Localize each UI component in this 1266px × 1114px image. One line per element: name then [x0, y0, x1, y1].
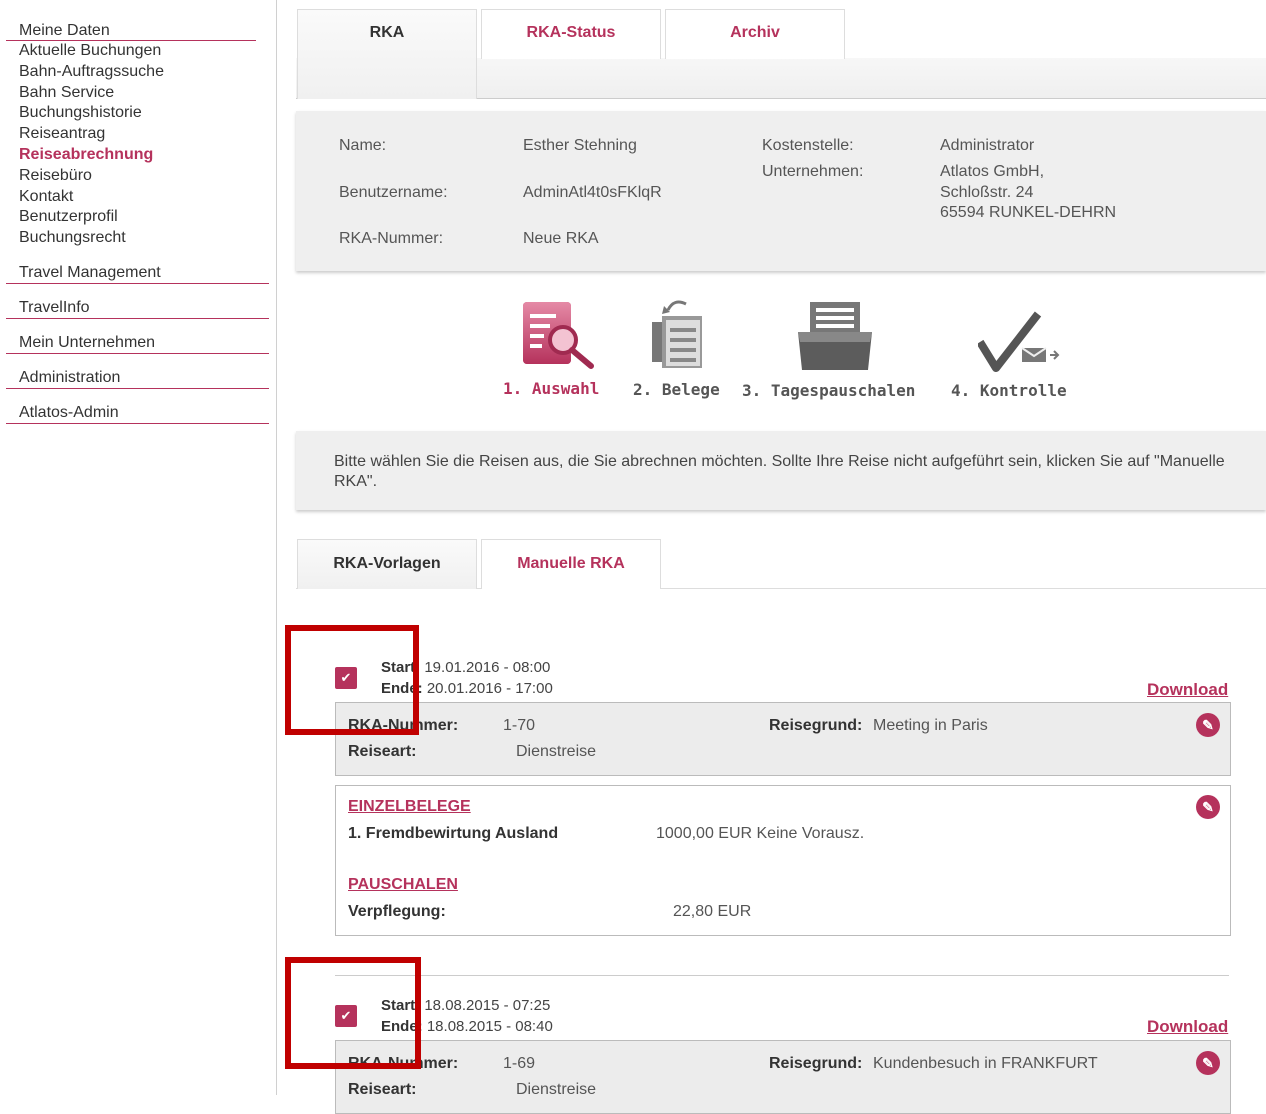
company-line-3: 65594 RUNKEL-DEHRN [940, 204, 1117, 221]
sidebar-section-atlatos-admin[interactable]: Atlatos-Admin [6, 403, 269, 424]
folder-icon[interactable] [794, 298, 878, 377]
trip-2-end-value: 18.08.2015 - 08:40 [426, 1018, 553, 1035]
sidebar-item-benutzerprofil[interactable]: Benutzerprofil [6, 207, 256, 228]
step-4-label[interactable]: 4. Kontrolle [951, 381, 1067, 400]
trip-1-summary-box: RKA-Nummer: 1-70 Reiseart: Dienstreise R… [335, 702, 1231, 776]
cost-center-value: Administrator [940, 137, 1035, 154]
cost-center-label: Kostenstelle: [762, 137, 854, 154]
trip-1-end-value: 20.01.2016 - 17:00 [426, 680, 553, 697]
reiseart-label: Reiseart: [348, 743, 417, 760]
edit-icon[interactable]: ✎ [1196, 795, 1220, 819]
edit-icon[interactable]: ✎ [1196, 713, 1220, 737]
trip-2-summary-box: RKA-Nummer: 1-69 Reiseart: Dienstreise R… [335, 1040, 1231, 1114]
trip-2-reisegrund: Kundenbesuch in FRANKFURT [873, 1055, 1098, 1072]
edit-icon[interactable]: ✎ [1196, 1051, 1220, 1075]
subtab-manuelle-rka[interactable]: Manuelle RKA [481, 539, 661, 589]
sidebar-group-title[interactable]: Meine Daten [6, 21, 256, 41]
step-1-label[interactable]: 1. Auswahl [503, 379, 599, 398]
company-label: Unternehmen: [762, 163, 864, 180]
reisegrund-label: Reisegrund: [769, 1055, 863, 1072]
trip-1-beleg-name: 1. Fremdbewirtung Ausland [348, 825, 559, 842]
trip-1-reiseart: Dienstreise [516, 743, 597, 760]
instruction-panel: Bitte wählen Sie die Reisen aus, die Sie… [296, 431, 1266, 510]
trip-1-beleg-amount: 1000,00 EUR Keine Vorausz. [656, 825, 865, 842]
trip-1-reisegrund: Meeting in Paris [873, 717, 988, 734]
username-label: Benutzername: [339, 184, 448, 201]
trip-1-download-link[interactable]: Download [1147, 680, 1228, 700]
subtab-rka-vorlagen[interactable]: RKA-Vorlagen [297, 539, 477, 589]
sidebar-section-mein-unternehmen[interactable]: Mein Unternehmen [6, 333, 269, 354]
instruction-text: Bitte wählen Sie die Reisen aus, die Sie… [334, 453, 1225, 490]
sidebar-item-aktuelle-buchungen[interactable]: Aktuelle Buchungen [6, 41, 256, 62]
rka-number-value: Neue RKA [523, 230, 599, 247]
trip-1-rka-number: 1-70 [503, 717, 536, 734]
step-2-label[interactable]: 2. Belege [633, 380, 720, 399]
sidebar-section-administration[interactable]: Administration [6, 368, 269, 389]
checkmark-envelope-icon[interactable] [976, 310, 1062, 377]
sidebar-item-reiseantrag[interactable]: Reiseantrag [6, 124, 256, 145]
step-3-label[interactable]: 3. Tagespauschalen [742, 381, 915, 400]
sidebar-item-reisebuero[interactable]: Reisebüro [6, 166, 256, 187]
trip-2-rka-number: 1-69 [503, 1055, 536, 1072]
sidebar-item-bahn-service[interactable]: Bahn Service [6, 83, 256, 104]
sidebar-section-travel-management[interactable]: Travel Management [6, 263, 269, 284]
trip-1-start-value: 19.01.2016 - 08:00 [424, 659, 551, 676]
tab-rka-status[interactable]: RKA-Status [481, 9, 661, 59]
sidebar-group-meine-daten: Meine Daten Aktuelle Buchungen Bahn-Auft… [6, 21, 256, 249]
name-value: Esther Stehning [523, 137, 637, 154]
sidebar: Meine Daten Aktuelle Buchungen Bahn-Auft… [0, 0, 277, 1095]
user-info-panel: Name: Esther Stehning Benutzername: Admi… [296, 111, 1266, 271]
sidebar-item-bahn-auftragssuche[interactable]: Bahn-Auftragssuche [6, 62, 256, 83]
name-label: Name: [339, 137, 387, 154]
reiseart-label: Reiseart: [348, 1081, 417, 1098]
trip-divider [335, 975, 1229, 976]
sidebar-item-buchungsrecht[interactable]: Buchungsrecht [6, 228, 256, 249]
sidebar-item-reiseabrechnung[interactable]: Reiseabrechnung [6, 145, 256, 166]
sidebar-item-buchungshistorie[interactable]: Buchungshistorie [6, 103, 256, 124]
einzelbelege-heading[interactable]: EINZELBELEGE [348, 798, 471, 816]
trip-1-details-box: EINZELBELEGE 1. Fremdbewirtung Ausland 1… [335, 785, 1231, 936]
trip-2-start-value: 18.08.2015 - 07:25 [424, 997, 551, 1014]
trip-1-pauschale-name: Verpflegung: [348, 903, 446, 920]
highlight-box [285, 625, 419, 735]
sidebar-section-travelinfo[interactable]: TravelInfo [6, 298, 269, 319]
documents-copy-icon[interactable] [648, 298, 708, 375]
username-value: AdminAtl4t0sFKlqR [523, 184, 662, 201]
company-line-2: Schloßstr. 24 [940, 184, 1034, 201]
trip-1-pauschale-amount: 22,80 EUR [673, 903, 752, 920]
sidebar-item-kontakt[interactable]: Kontakt [6, 187, 256, 208]
document-search-icon[interactable] [521, 300, 601, 375]
reisegrund-label: Reisegrund: [769, 717, 863, 734]
pauschalen-heading[interactable]: PAUSCHALEN [348, 876, 458, 894]
company-line-1: Atlatos GmbH, [940, 163, 1045, 180]
trip-2-download-link[interactable]: Download [1147, 1017, 1228, 1037]
highlight-box [285, 957, 421, 1069]
tab-rka[interactable]: RKA [297, 9, 477, 99]
tab-archiv[interactable]: Archiv [665, 9, 845, 59]
rka-number-label: RKA-Nummer: [339, 230, 444, 247]
trip-2-reiseart: Dienstreise [516, 1081, 597, 1098]
